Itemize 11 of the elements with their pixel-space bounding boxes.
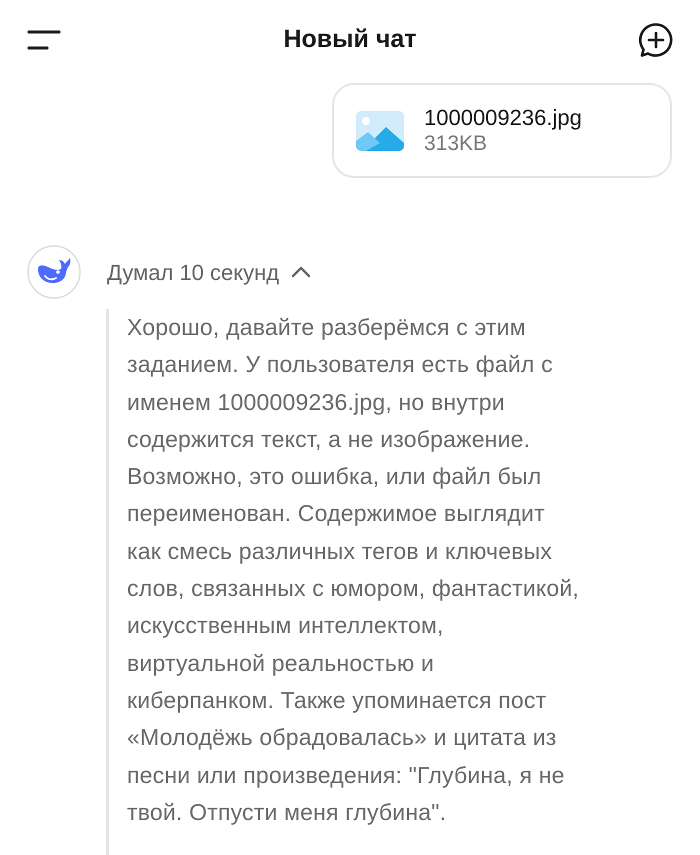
file-name: 1000009236.jpg — [424, 104, 582, 132]
thinking-toggle[interactable]: Думал 10 секунд — [107, 256, 312, 288]
file-attachment-card[interactable]: 1000009236.jpg 313KB — [332, 83, 672, 178]
file-size: 313KB — [424, 131, 488, 158]
new-chat-button[interactable] — [638, 22, 674, 58]
image-file-icon — [356, 110, 404, 150]
menu-icon — [27, 29, 61, 51]
chat-plus-icon — [638, 22, 674, 58]
page-title: Новый чат — [283, 24, 417, 56]
whale-logo-icon — [27, 245, 81, 299]
thinking-text: Хорошо, давайте разберёмся с этим заданием. У пользователя есть файл с именем 1000009236.jpg, но внутри содержится текст, а не изображение. Возможно, это ошибка, или файл был переименован. Содержимое выглядит как смесь различных тегов и ключевых слов, связанных с юмором, фантастикой, искусственным интеллектом, виртуальной реальностью и киберпанком. Также упоминается пост «Молодёжь обрадовалась» и цитата из песни или произведения: "Глубина, я не твой. Отпусти меня глубина". — [127, 313, 580, 827]
